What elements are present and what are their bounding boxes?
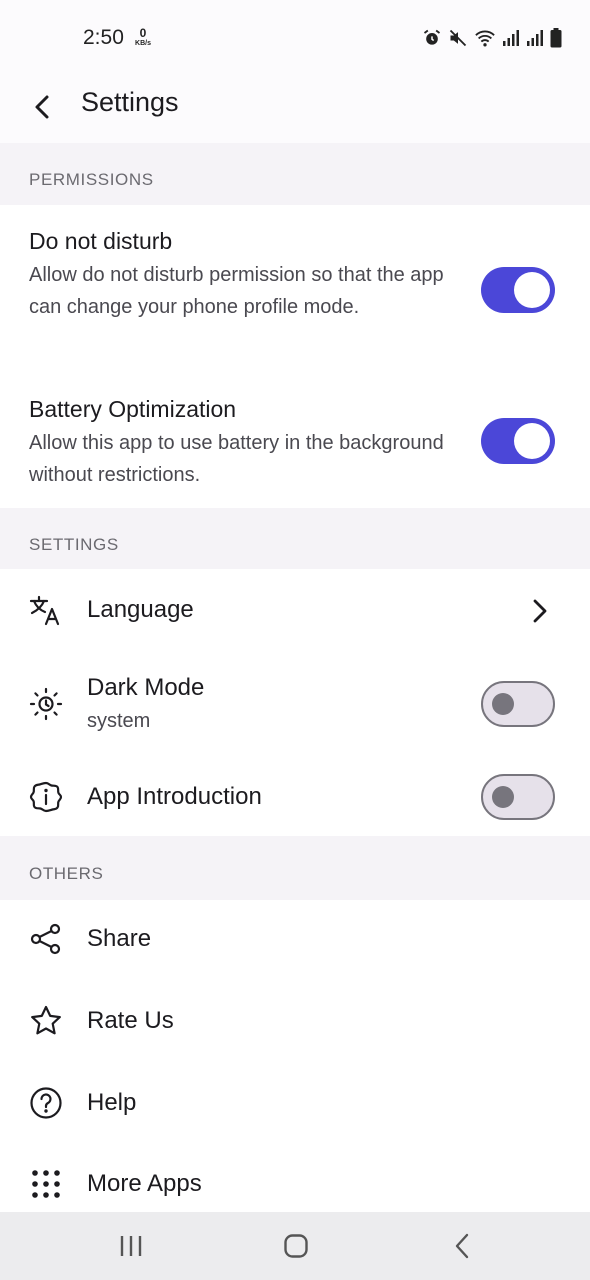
toggle-knob xyxy=(492,692,514,715)
share-label: Share xyxy=(87,925,152,952)
signal-icon xyxy=(527,30,543,46)
back-icon xyxy=(455,1233,469,1259)
section-header-label: PERMISSIONS xyxy=(29,170,154,189)
settings-card: Language Dark Mode system App Introducti… xyxy=(0,569,590,836)
signal-icon xyxy=(503,30,519,46)
app-intro-row[interactable]: App Introduction xyxy=(0,752,590,836)
dark-mode-label: Dark Mode xyxy=(87,674,205,701)
battery-icon xyxy=(550,28,562,48)
dnd-setting-item[interactable]: Do not disturb Allow do not disturb perm… xyxy=(0,205,590,365)
battery-description: Allow this app to use battery in the bac… xyxy=(29,432,444,486)
back-button[interactable] xyxy=(24,89,60,125)
brightness-auto-icon xyxy=(29,687,63,721)
share-row[interactable]: Share xyxy=(0,900,590,980)
section-header-label: SETTINGS xyxy=(29,535,119,554)
share-icon xyxy=(29,922,63,956)
apps-grid-icon xyxy=(29,1167,63,1201)
translate-icon xyxy=(29,593,63,627)
app-bar: Settings xyxy=(0,75,590,143)
status-bar: 2:50 0 KB/s xyxy=(0,0,590,75)
chevron-right-icon xyxy=(528,596,552,626)
net-speed-value: 0 xyxy=(139,26,147,40)
more-apps-row[interactable]: More Apps xyxy=(0,1144,590,1212)
toggle-knob xyxy=(514,423,550,459)
section-header-permissions: PERMISSIONS xyxy=(0,143,590,205)
help-label: Help xyxy=(87,1089,137,1116)
toggle-knob xyxy=(514,272,550,308)
language-row[interactable]: Language xyxy=(0,569,590,652)
language-label: Language xyxy=(87,596,194,623)
status-time: 2:50 xyxy=(83,26,124,49)
more-apps-label: More Apps xyxy=(87,1170,202,1197)
dnd-toggle[interactable] xyxy=(481,267,555,313)
battery-toggle[interactable] xyxy=(481,418,555,464)
dnd-description: Allow do not disturb permission so that … xyxy=(29,264,444,318)
alarm-icon xyxy=(423,29,441,45)
chevron-left-icon xyxy=(35,95,49,119)
dark-mode-value: system xyxy=(87,710,151,732)
recents-button[interactable] xyxy=(111,1230,151,1262)
section-header-others: OTHERS xyxy=(0,836,590,900)
section-header-label: OTHERS xyxy=(29,864,104,883)
battery-setting-item[interactable]: Battery Optimization Allow this app to u… xyxy=(0,365,590,508)
star-icon xyxy=(29,1004,63,1038)
dark-mode-row[interactable]: Dark Mode system xyxy=(0,652,590,752)
recents-icon xyxy=(120,1236,142,1256)
battery-title: Battery Optimization xyxy=(29,396,237,422)
nav-back-button[interactable] xyxy=(442,1230,482,1262)
section-header-settings: SETTINGS xyxy=(0,508,590,569)
net-speed: 0 KB/s xyxy=(131,27,155,47)
home-button[interactable] xyxy=(276,1230,316,1262)
net-speed-unit: KB/s xyxy=(135,40,151,47)
toggle-knob xyxy=(492,785,514,808)
status-icons xyxy=(422,26,562,50)
info-icon xyxy=(29,780,63,814)
home-icon xyxy=(284,1234,308,1258)
system-nav-bar xyxy=(0,1212,590,1280)
app-intro-label: App Introduction xyxy=(87,783,262,810)
dark-mode-toggle[interactable] xyxy=(481,681,555,727)
page-title: Settings xyxy=(81,87,179,117)
permissions-card: Do not disturb Allow do not disturb perm… xyxy=(0,205,590,508)
help-circle-icon xyxy=(29,1086,63,1120)
help-row[interactable]: Help xyxy=(0,1062,590,1144)
rate-row[interactable]: Rate Us xyxy=(0,980,590,1062)
rate-label: Rate Us xyxy=(87,1007,174,1034)
others-card: Share Rate Us Help More Apps xyxy=(0,900,590,1212)
wifi-icon xyxy=(475,30,495,47)
app-intro-toggle[interactable] xyxy=(481,774,555,820)
mute-icon xyxy=(449,29,467,47)
dnd-title: Do not disturb xyxy=(29,228,173,254)
